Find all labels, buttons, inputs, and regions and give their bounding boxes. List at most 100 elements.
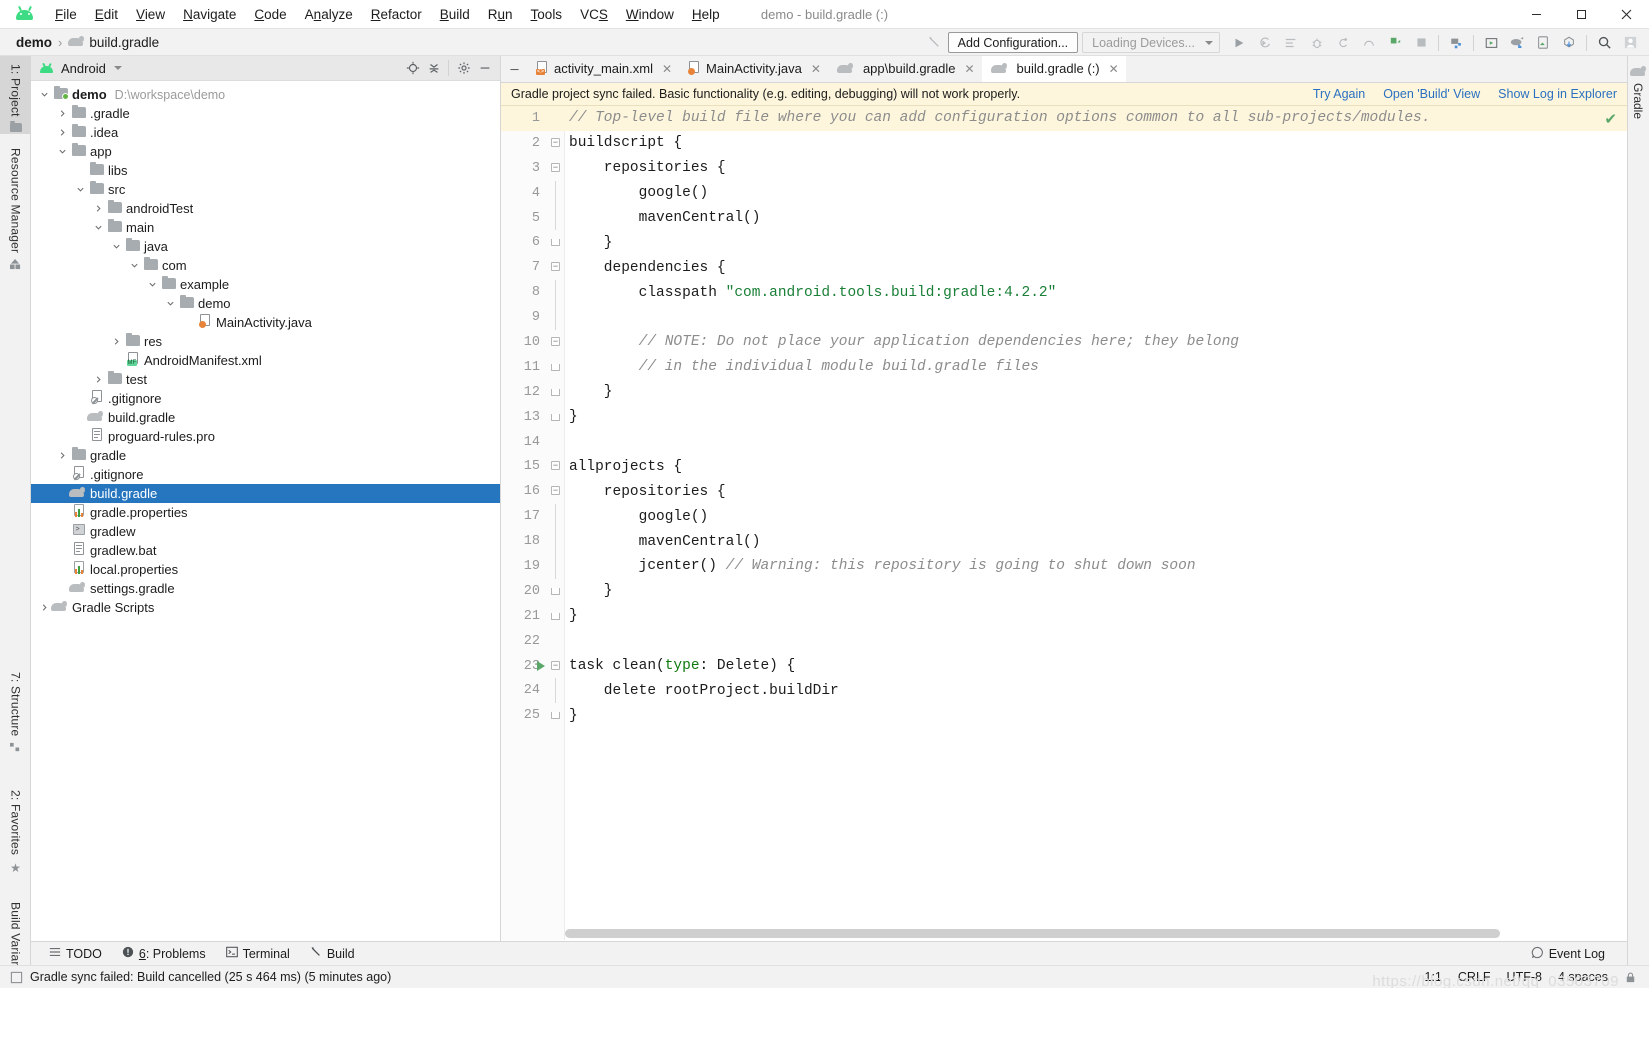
chevron-down-icon[interactable]	[113, 66, 122, 70]
menu-item-file[interactable]: File	[46, 3, 86, 26]
fold-column[interactable]	[547, 678, 564, 704]
fold-column[interactable]: −	[547, 454, 564, 479]
code-line[interactable]: 12 }	[501, 380, 1627, 405]
account-icon[interactable]	[1618, 31, 1642, 54]
tool-button-todo[interactable]: TODO	[39, 944, 112, 963]
close-icon[interactable]: ✕	[662, 62, 672, 76]
apk-analyzer-icon[interactable]	[1557, 31, 1581, 54]
tree-node-com[interactable]: com	[31, 256, 500, 275]
inspection-ok-icon[interactable]: ✔	[1604, 110, 1617, 128]
fold-end-icon[interactable]	[551, 612, 560, 620]
tree-node-demo[interactable]: demo	[31, 294, 500, 313]
fold-column[interactable]	[547, 205, 564, 231]
breadcrumb-file[interactable]: build.gradle	[89, 35, 159, 50]
fold-column[interactable]	[547, 703, 564, 728]
tree-node-example[interactable]: example	[31, 275, 500, 294]
run-with-profiler-icon[interactable]	[1279, 31, 1303, 54]
chevron-down-icon[interactable]	[37, 90, 52, 99]
fold-end-icon[interactable]	[551, 239, 560, 247]
fold-collapse-icon[interactable]: −	[551, 461, 560, 471]
tree-node-gradlew[interactable]: > gradlew	[31, 522, 500, 541]
code-line[interactable]: 20 }	[501, 579, 1627, 604]
scrollbar-thumb[interactable]	[565, 929, 1500, 938]
fold-column[interactable]	[547, 405, 564, 430]
run-icon[interactable]	[1227, 31, 1251, 54]
menu-item-help[interactable]: Help	[683, 3, 729, 26]
notification-link-show-log-in-explorer[interactable]: Show Log in Explorer	[1498, 87, 1617, 101]
fold-collapse-icon[interactable]: −	[551, 162, 560, 172]
code-line[interactable]: 17 google()	[501, 504, 1627, 530]
tree-node-local.properties[interactable]: local.properties	[31, 560, 500, 579]
code-line[interactable]: 18 mavenCentral()	[501, 529, 1627, 555]
attach-debugger-icon[interactable]	[1331, 31, 1355, 54]
code-line[interactable]: 6 }	[501, 230, 1627, 255]
tree-node-demo[interactable]: demo D:\workspace\demo	[31, 85, 500, 104]
add-configuration-button[interactable]: Add Configuration...	[947, 32, 1079, 53]
tree-node-gradle-scripts[interactable]: Gradle Scripts	[31, 598, 500, 617]
chevron-down-icon[interactable]	[127, 261, 142, 270]
editor-tab-activity-main.xml[interactable]: <> activity_main.xml ✕	[527, 56, 679, 82]
stop-icon[interactable]	[1409, 31, 1433, 54]
menu-item-code[interactable]: Code	[245, 3, 295, 26]
chevron-right-icon[interactable]	[55, 109, 70, 118]
tree-node-build.gradle[interactable]: build.gradle	[31, 484, 500, 503]
chevron-down-icon[interactable]	[145, 280, 160, 289]
code-line[interactable]: 16 − repositories {	[501, 479, 1627, 504]
tree-node-src[interactable]: src	[31, 180, 500, 199]
hide-icon[interactable]	[474, 58, 495, 79]
fold-column[interactable]	[547, 305, 564, 331]
fold-column[interactable]: −	[547, 156, 564, 181]
code-line[interactable]: 11 // in the individual module build.gra…	[501, 355, 1627, 380]
indent-setting[interactable]: 4 spaces	[1558, 970, 1608, 984]
tool-button-problems[interactable]: 6: Problems	[112, 944, 216, 963]
project-view-selector[interactable]: Android	[61, 61, 106, 76]
tree-node-res[interactable]: res	[31, 332, 500, 351]
chevron-down-icon[interactable]	[55, 147, 70, 156]
tree-node-java[interactable]: java	[31, 237, 500, 256]
close-icon[interactable]: ✕	[1109, 62, 1119, 76]
tree-node-mainactivity.java[interactable]: MainActivity.java	[31, 313, 500, 332]
caret-position[interactable]: 1:1	[1425, 970, 1442, 984]
sidebar-item-favorites[interactable]: 2: Favorites ★	[0, 782, 31, 887]
menu-item-build[interactable]: Build	[431, 3, 479, 26]
menu-item-analyze[interactable]: Analyze	[296, 3, 362, 26]
fold-column[interactable]: −	[547, 479, 564, 504]
settings-gear-icon[interactable]	[453, 58, 474, 79]
fold-collapse-icon[interactable]: −	[551, 486, 560, 496]
close-icon[interactable]: ✕	[811, 62, 821, 76]
fold-collapse-icon[interactable]: −	[551, 262, 560, 272]
fold-end-icon[interactable]	[551, 363, 560, 371]
close-button[interactable]	[1604, 0, 1649, 29]
sdk-manager-icon[interactable]	[1479, 31, 1503, 54]
chevron-right-icon[interactable]	[109, 337, 124, 346]
menu-item-view[interactable]: View	[127, 3, 174, 26]
device-selector-dropdown[interactable]: Loading Devices...	[1082, 32, 1220, 53]
editor-tab-app-build.gradle[interactable]: app\build.gradle ✕	[828, 56, 982, 82]
fold-column[interactable]	[547, 554, 564, 579]
hide-tabs-icon[interactable]	[501, 56, 527, 82]
fold-end-icon[interactable]	[551, 712, 560, 720]
fold-column[interactable]	[547, 230, 564, 255]
code-line[interactable]: 3 − repositories {	[501, 156, 1627, 181]
fold-column[interactable]: −	[547, 255, 564, 280]
code-line[interactable]: 23− task clean(type: Delete) {	[501, 654, 1627, 679]
code-line[interactable]: 24 delete rootProject.buildDir	[501, 678, 1627, 704]
lock-icon[interactable]	[1624, 971, 1637, 984]
file-encoding[interactable]: UTF-8	[1507, 970, 1542, 984]
code-line[interactable]: 14	[501, 430, 1627, 455]
code-line[interactable]: 9	[501, 305, 1627, 331]
collapse-all-icon[interactable]	[423, 58, 444, 79]
chevron-down-icon[interactable]	[73, 185, 88, 194]
fold-column[interactable]: −	[547, 330, 564, 355]
fold-collapse-icon[interactable]: −	[551, 660, 560, 670]
maximize-button[interactable]	[1559, 0, 1604, 29]
search-everywhere-icon[interactable]	[1592, 31, 1616, 54]
tree-node-.gitignore[interactable]: .gitignore	[31, 465, 500, 484]
tree-node-main[interactable]: main	[31, 218, 500, 237]
code-line[interactable]: 2 − buildscript {	[501, 131, 1627, 156]
sidebar-item-structure[interactable]: 7: Structure	[0, 664, 31, 774]
tree-node-androidtest[interactable]: androidTest	[31, 199, 500, 218]
chevron-right-icon[interactable]	[91, 375, 106, 384]
locate-icon[interactable]	[402, 58, 423, 79]
line-separator[interactable]: CRLF	[1458, 970, 1491, 984]
